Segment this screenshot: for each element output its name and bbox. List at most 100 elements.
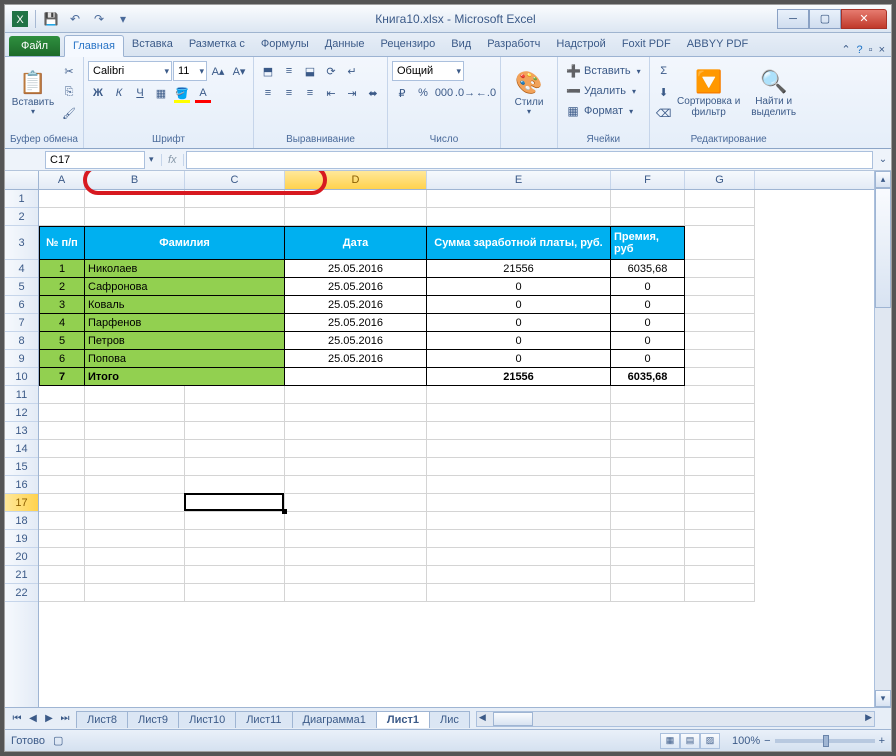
cell[interactable] [85, 476, 185, 494]
cell[interactable] [685, 226, 755, 260]
cell[interactable] [39, 440, 85, 458]
row-header-21[interactable]: 21 [5, 566, 38, 584]
cell[interactable] [185, 476, 285, 494]
cell[interactable] [611, 404, 685, 422]
fill-handle[interactable] [282, 509, 287, 514]
table-cell[interactable] [285, 368, 427, 386]
cell[interactable] [39, 208, 85, 226]
table-cell[interactable]: 21556 [427, 368, 611, 386]
view-pagebreak-icon[interactable]: ▨ [700, 733, 720, 749]
table-cell[interactable]: 21556 [427, 260, 611, 278]
align-top-icon[interactable]: ⬒ [258, 61, 278, 81]
cell[interactable] [39, 584, 85, 602]
view-normal-icon[interactable]: ▦ [660, 733, 680, 749]
tab-foxit pdf[interactable]: Foxit PDF [614, 34, 679, 56]
tab-prev-icon[interactable]: ◀ [25, 713, 41, 724]
sheet-tab-Лист1[interactable]: Лист1 [376, 711, 430, 728]
row-header-20[interactable]: 20 [5, 548, 38, 566]
number-format-combo[interactable]: Общий [392, 61, 464, 81]
cell[interactable] [611, 458, 685, 476]
minimize-button[interactable]: ─ [777, 9, 809, 29]
cell[interactable] [685, 208, 755, 226]
sheet-tab-Лис[interactable]: Лис [429, 711, 470, 728]
row-header-16[interactable]: 16 [5, 476, 38, 494]
tab-abbyy pdf[interactable]: ABBYY PDF [679, 34, 757, 56]
cell[interactable] [185, 404, 285, 422]
cell[interactable] [285, 208, 427, 226]
increase-indent-icon[interactable]: ⇥ [342, 83, 362, 103]
scroll-up-icon[interactable]: ▴ [875, 171, 891, 188]
restore-window-icon[interactable]: ▫ [869, 44, 873, 56]
scroll-left-icon[interactable]: ◀ [479, 712, 486, 723]
row-header-13[interactable]: 13 [5, 422, 38, 440]
row-header-11[interactable]: 11 [5, 386, 38, 404]
cell[interactable] [285, 422, 427, 440]
align-bottom-icon[interactable]: ⬓ [300, 61, 320, 81]
macro-record-icon[interactable]: ▢ [53, 734, 63, 747]
cell[interactable] [85, 208, 185, 226]
cell[interactable] [611, 566, 685, 584]
cell[interactable] [285, 476, 427, 494]
select-all-corner[interactable] [5, 171, 39, 189]
fx-icon[interactable]: fx [168, 154, 177, 166]
cell[interactable] [427, 422, 611, 440]
cell[interactable] [85, 512, 185, 530]
qat-more-icon[interactable]: ▾ [112, 8, 134, 30]
increase-decimal-icon[interactable]: .0→ [455, 83, 475, 103]
cell[interactable] [39, 548, 85, 566]
cell[interactable] [39, 494, 85, 512]
decrease-indent-icon[interactable]: ⇤ [321, 83, 341, 103]
table-cell[interactable]: 0 [427, 296, 611, 314]
cell[interactable] [427, 530, 611, 548]
name-box-dropdown-icon[interactable]: ▾ [145, 154, 158, 165]
cell[interactable] [85, 440, 185, 458]
row-header-3[interactable]: 3 [5, 226, 38, 260]
cell[interactable] [185, 566, 285, 584]
help-icon[interactable]: ? [857, 44, 863, 56]
row-header-7[interactable]: 7 [5, 314, 38, 332]
wrap-text-icon[interactable]: ↵ [342, 61, 362, 81]
table-cell[interactable]: 6 [39, 350, 85, 368]
close-workbook-icon[interactable]: × [879, 44, 885, 56]
table-cell[interactable]: 4 [39, 314, 85, 332]
autosum-icon[interactable]: Σ [654, 61, 674, 81]
row-header-14[interactable]: 14 [5, 440, 38, 458]
table-header[interactable]: Сумма заработной платы, руб. [427, 226, 611, 260]
cell[interactable] [427, 512, 611, 530]
cell[interactable] [39, 386, 85, 404]
clear-icon[interactable]: ⌫ [654, 103, 674, 123]
table-cell[interactable]: 0 [611, 350, 685, 368]
orientation-icon[interactable]: ⟳ [321, 61, 341, 81]
cell[interactable] [427, 566, 611, 584]
cell[interactable] [285, 530, 427, 548]
col-header-F[interactable]: F [611, 171, 685, 189]
cell[interactable] [185, 440, 285, 458]
maximize-button[interactable]: ▢ [809, 9, 841, 29]
tab-first-icon[interactable]: ⏮ [9, 713, 25, 724]
cell[interactable] [611, 208, 685, 226]
cell[interactable] [185, 458, 285, 476]
close-button[interactable]: ✕ [841, 9, 887, 29]
row-header-15[interactable]: 15 [5, 458, 38, 476]
cell[interactable] [685, 260, 755, 278]
row-header-6[interactable]: 6 [5, 296, 38, 314]
currency-icon[interactable]: ₽ [392, 83, 412, 103]
cell[interactable] [685, 278, 755, 296]
save-icon[interactable]: 💾 [40, 8, 62, 30]
styles-button[interactable]: 🎨 Стили ▾ [505, 61, 553, 127]
undo-icon[interactable]: ↶ [64, 8, 86, 30]
cell[interactable] [185, 584, 285, 602]
table-cell[interactable]: 0 [611, 332, 685, 350]
tab-вид[interactable]: Вид [443, 34, 479, 56]
row-header-1[interactable]: 1 [5, 190, 38, 208]
table-cell[interactable]: Коваль [85, 296, 285, 314]
table-cell[interactable]: 6035,68 [611, 368, 685, 386]
cell[interactable] [185, 548, 285, 566]
tab-last-icon[interactable]: ⏭ [57, 713, 73, 724]
cell[interactable] [185, 208, 285, 226]
cell[interactable] [85, 494, 185, 512]
table-cell[interactable]: Попова [85, 350, 285, 368]
cell[interactable] [39, 566, 85, 584]
cell[interactable] [285, 190, 427, 208]
comma-icon[interactable]: 000 [434, 83, 454, 103]
